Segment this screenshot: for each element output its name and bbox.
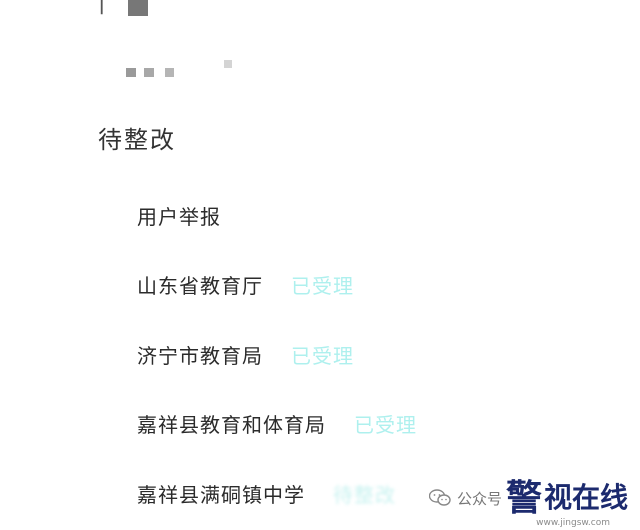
redacted-name-mosaic bbox=[126, 68, 136, 77]
flow-item: 山东省教育厅 已受理 bbox=[137, 270, 354, 299]
status-badge: 待整改 bbox=[333, 483, 396, 507]
flow-item-label: 嘉祥县教育和体育局 bbox=[137, 413, 326, 437]
flow-item: 济宁市教育局 已受理 bbox=[137, 340, 354, 369]
flow-item: 嘉祥县满硐镇中学 待整改 bbox=[137, 479, 396, 508]
status-badge: 已受理 bbox=[291, 274, 354, 298]
watermark-url: www.jingsw.com bbox=[536, 518, 610, 528]
watermark: 公众号 警 视在线 bbox=[428, 477, 628, 519]
redacted-name-mosaic bbox=[144, 68, 154, 77]
flow-item-label: 嘉祥县满硐镇中学 bbox=[137, 483, 305, 507]
flow-item: 用户举报 bbox=[137, 201, 221, 230]
status-badge: 已受理 bbox=[291, 344, 354, 368]
watermark-logo: 警 bbox=[505, 477, 542, 519]
watermark-brand: 视在线 bbox=[543, 481, 628, 514]
flow-item-label: 山东省教育厅 bbox=[137, 274, 263, 298]
flow-item-label: 济宁市教育局 bbox=[137, 344, 263, 368]
section-title: 待整改 bbox=[98, 126, 176, 154]
redacted-header-glyph: | bbox=[98, 0, 106, 15]
redacted-avatar-mosaic bbox=[128, 0, 148, 16]
flow-item-label: 用户举报 bbox=[137, 205, 221, 229]
redacted-name-mosaic bbox=[224, 60, 232, 68]
watermark-prefix: 公众号 bbox=[456, 489, 502, 508]
redacted-name-mosaic bbox=[165, 68, 174, 77]
flow-item: 嘉祥县教育和体育局 已受理 bbox=[137, 409, 417, 438]
report-status-page: | 待整改 用户举报 山东省教育厅 已受理 济宁市教育局 已受理 嘉祥县教育和体… bbox=[0, 0, 640, 530]
wechat-icon bbox=[428, 489, 451, 506]
status-badge: 已受理 bbox=[354, 413, 417, 437]
